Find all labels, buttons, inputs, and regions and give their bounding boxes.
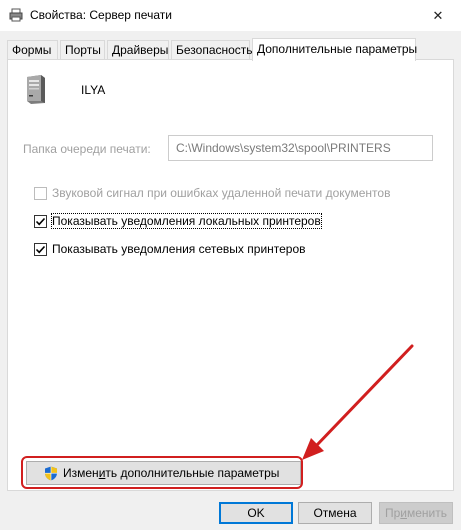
tab-security[interactable]: Безопасность <box>171 40 253 60</box>
local-printer-notifications-label: Показывать уведомления локальных принтер… <box>51 213 322 229</box>
server-tower-icon <box>23 73 49 105</box>
change-advanced-settings-label: Изменить дополнительные параметры <box>63 466 280 480</box>
close-icon: ✕ <box>432 7 444 23</box>
tab-panel <box>7 59 454 491</box>
checkmark-icon <box>35 217 46 225</box>
network-printer-notifications-option[interactable]: Показывать уведомления сетевых принтеров <box>34 241 306 257</box>
printer-icon <box>9 8 23 22</box>
cancel-button[interactable]: Отмена <box>298 502 372 524</box>
local-printer-notifications-option[interactable]: Показывать уведомления локальных принтер… <box>34 213 322 229</box>
local-printer-notifications-checkbox[interactable] <box>34 214 47 228</box>
remote-error-beep-label: Звуковой сигнал при ошибках удаленной пе… <box>52 186 391 200</box>
title-bar: Свойства: Сервер печати ✕ <box>0 0 461 31</box>
remote-error-beep-checkbox[interactable] <box>34 186 47 200</box>
tab-advanced-settings[interactable]: Дополнительные параметры <box>252 38 417 61</box>
uac-shield-icon <box>44 466 58 481</box>
server-name: ILYA <box>81 83 106 97</box>
checkmark-icon <box>35 245 46 253</box>
window-title: Свойства: Сервер печати <box>30 8 172 22</box>
close-button[interactable]: ✕ <box>415 0 461 31</box>
network-printer-notifications-checkbox[interactable] <box>34 242 47 256</box>
tab-forms[interactable]: Формы <box>7 40 58 60</box>
remote-error-beep-option[interactable]: Звуковой сигнал при ошибках удаленной пе… <box>34 185 390 201</box>
apply-button[interactable]: Пр и менить <box>379 502 453 524</box>
tab-drivers[interactable]: Драйверы <box>107 40 169 60</box>
network-printer-notifications-label: Показывать уведомления сетевых принтеров <box>52 242 306 256</box>
ok-button[interactable]: OK <box>219 502 293 524</box>
spool-folder-field[interactable] <box>168 135 433 161</box>
change-advanced-settings-button[interactable]: Изменить дополнительные параметры <box>26 461 301 485</box>
tab-ports[interactable]: Порты <box>60 40 105 60</box>
spool-folder-label: Папка очереди печати: <box>23 142 151 156</box>
